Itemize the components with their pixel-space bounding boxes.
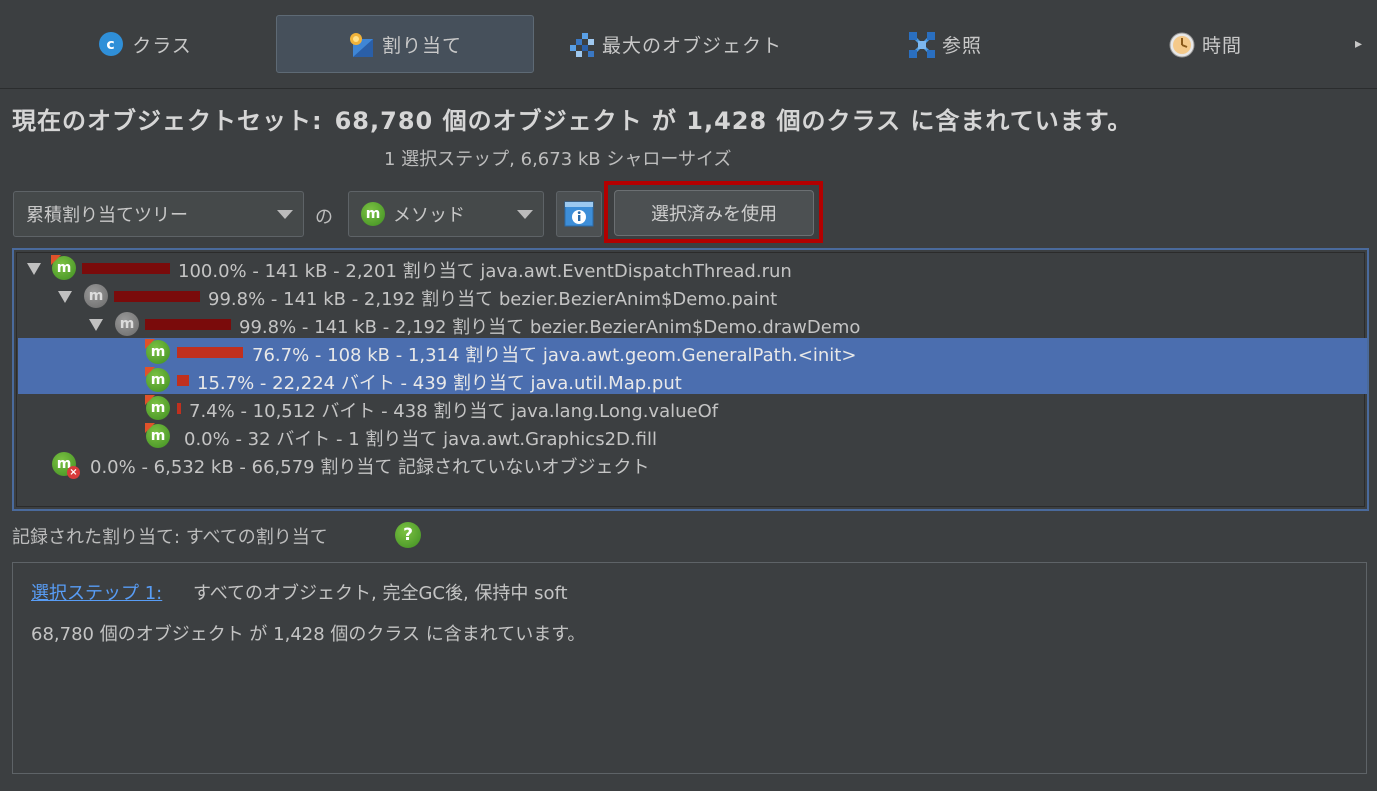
allocation-share-bar [177, 347, 243, 358]
page-title-prefix: 現在のオブジェクトセット: [12, 107, 323, 135]
tree-row[interactable]: m × 0.0% - 6,532 kB - 66,579 割り当て 記録されていな… [18, 450, 1367, 479]
page-title: 現在のオブジェクトセット: 68,780 個のオブジェクト が 1,428 個のク… [12, 101, 1132, 136]
expand-toggle-icon[interactable] [89, 319, 103, 331]
chevron-down-icon [517, 210, 533, 219]
svg-text:c: c [107, 37, 116, 53]
allocation-share-bar [177, 375, 189, 386]
method-icon: m [145, 367, 170, 392]
row-label: 99.8% - 141 kB - 2,192 割り当て bezier.Bezie… [239, 317, 861, 338]
tree-row[interactable]: m 99.8% - 141 kB - 2,192 割り当て bezier.Bez… [18, 310, 1367, 338]
row-label: 99.8% - 141 kB - 2,192 割り当て bezier.Bezie… [208, 289, 778, 310]
expand-toggle-icon[interactable] [27, 263, 41, 275]
allocation-tree-viewport: m 100.0% - 141 kB - 2,201 割り当て java.awt.… [16, 252, 1367, 507]
unrecorded-objects-icon: m × [52, 452, 80, 479]
allocation-share-bar [145, 319, 231, 330]
row-label: 7.4% - 10,512 バイト - 438 割り当て java.lang.L… [189, 401, 719, 422]
tree-row[interactable]: m 99.8% - 141 kB - 2,192 割り当て bezier.Bez… [18, 282, 1367, 310]
expand-toggle-icon[interactable] [58, 291, 72, 303]
tree-row[interactable]: m 0.0% - 32 バイト - 1 割り当て java.awt.Graphi… [18, 422, 1367, 450]
allocation-tree[interactable]: m 100.0% - 141 kB - 2,201 割り当て java.awt.… [12, 248, 1369, 511]
of-label: の [315, 207, 333, 228]
recorded-allocations-label: 記録された割り当て: すべての割り当て [12, 527, 328, 548]
allocation-share-bar [177, 403, 181, 414]
tab-time[interactable]: 時間 [1090, 15, 1320, 73]
page-title-body: 68,780 個のオブジェクト が 1,428 個のクラス に含まれています。 [334, 107, 1133, 135]
tab-allocations[interactable]: 割り当て [276, 15, 534, 73]
tree-row[interactable]: m 100.0% - 141 kB - 2,201 割り当て java.awt.… [18, 254, 1367, 282]
tab-scroll-right-icon[interactable]: ▸ [1355, 36, 1362, 52]
tree-row[interactable]: m 76.7% - 108 kB - 1,314 割り当て java.awt.g… [18, 338, 1367, 366]
method-icon: m [145, 395, 170, 420]
tree-row[interactable]: m 15.7% - 22,224 バイト - 439 割り当て java.uti… [18, 366, 1367, 394]
window-info-icon [564, 201, 594, 227]
use-selected-button[interactable]: 選択済みを使用 [614, 190, 814, 236]
tab-label: 時間 [1201, 34, 1242, 57]
allocation-icon [348, 31, 374, 57]
view-tab-bar: c クラス 割り当て 最大のオブジェクト 参照 時間 ▸ [0, 0, 1377, 90]
allocation-share-bar [114, 291, 200, 302]
allocation-share-bar [82, 263, 170, 274]
chevron-down-icon [277, 210, 293, 219]
tab-classes[interactable]: c クラス [30, 15, 260, 73]
method-icon: m [84, 284, 108, 308]
selection-step-link[interactable]: 選択ステップ 1: [31, 579, 162, 605]
help-icon[interactable]: ? [395, 522, 421, 548]
method-icon: m [361, 202, 385, 226]
row-label: 0.0% - 6,532 kB - 66,579 割り当て 記録されていないオブ… [90, 457, 650, 478]
selection-steps-panel: 選択ステップ 1: すべてのオブジェクト, 完全GC後, 保持中 soft 68… [12, 562, 1367, 774]
method-icon: m [145, 339, 170, 364]
tab-references[interactable]: 参照 [830, 15, 1060, 73]
tab-label: クラス [132, 34, 192, 57]
selection-step-summary: 68,780 個のオブジェクト が 1,428 個のクラス に含まれています。 [31, 624, 586, 645]
biggest-objects-icon [568, 31, 594, 57]
tab-label: 参照 [941, 34, 982, 57]
row-label: 76.7% - 108 kB - 1,314 割り当て java.awt.geo… [252, 345, 857, 366]
selection-summary: 1 選択ステップ, 6,673 kB シャローサイズ [384, 149, 732, 170]
method-icon: m [51, 255, 76, 280]
tab-label: 割り当て [381, 34, 462, 57]
view-type-value: 累積割り当てツリー [26, 205, 188, 226]
references-icon [908, 31, 935, 58]
granularity-value: メソッド [393, 205, 465, 226]
tab-label: 最大のオブジェクト [601, 34, 782, 57]
granularity-select[interactable]: m メソッド [348, 191, 544, 237]
row-label: 15.7% - 22,224 バイト - 439 割り当て java.util.… [197, 373, 682, 394]
tree-row[interactable]: m 7.4% - 10,512 バイト - 438 割り当て java.lang… [18, 394, 1367, 422]
tab-divider [0, 88, 1377, 89]
method-icon: m [115, 312, 139, 336]
method-icon: m [145, 423, 170, 448]
row-label: 100.0% - 141 kB - 2,201 割り当て java.awt.Ev… [178, 261, 792, 282]
class-c-icon: c [98, 31, 124, 57]
view-info-button[interactable] [556, 191, 602, 237]
view-type-select[interactable]: 累積割り当てツリー [13, 191, 304, 237]
row-label: 0.0% - 32 バイト - 1 割り当て java.awt.Graphics… [184, 429, 657, 450]
tab-biggest-objects[interactable]: 最大のオブジェクト [545, 15, 805, 73]
selection-step-description: すべてのオブジェクト, 完全GC後, 保持中 soft [193, 583, 568, 604]
clock-icon [1168, 31, 1195, 58]
